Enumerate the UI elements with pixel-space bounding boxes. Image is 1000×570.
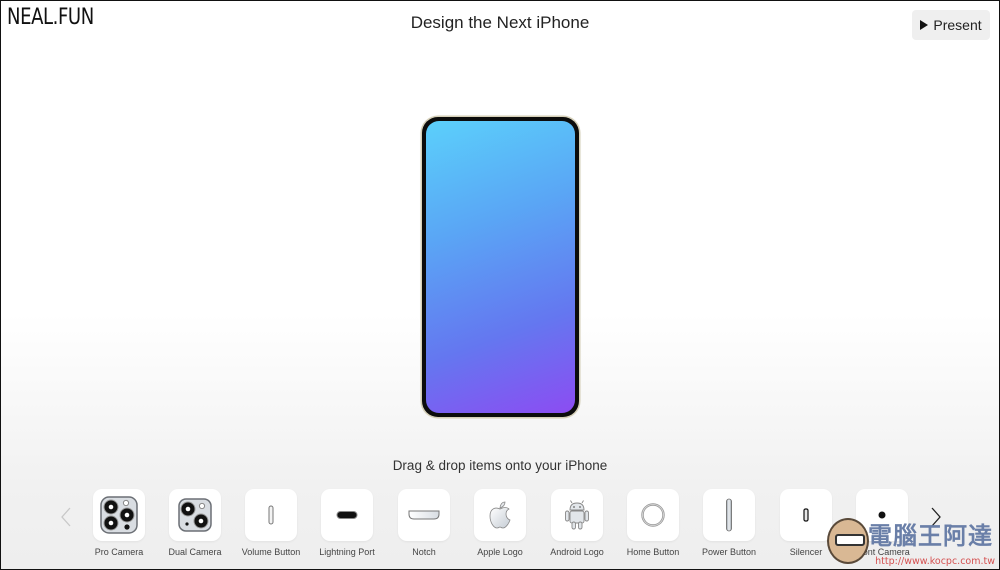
present-label: Present	[933, 17, 982, 33]
apple-logo-icon	[489, 501, 511, 529]
tray-item-label: Home Button	[626, 547, 680, 557]
lightning-port-icon	[336, 511, 358, 519]
volume-button-icon	[268, 505, 274, 525]
tray-item-pro-camera[interactable]: Pro Camera	[89, 489, 149, 557]
instruction-text: Drag & drop items onto your iPhone	[392, 458, 608, 473]
tray-item-label: Lightning Port	[319, 547, 375, 557]
tray-item-label: Apple Logo	[477, 547, 523, 557]
tray-item-label: Pro Camera	[94, 547, 144, 557]
parts-tray: Pro Camera Dual Camera Volume Button Lig…	[1, 489, 999, 569]
tray-item-home-button[interactable]: Home Button	[623, 489, 683, 557]
tray-item-label: Front Camera	[854, 547, 910, 557]
dual-camera-icon	[178, 498, 212, 532]
tray-item-label: Dual Camera	[168, 547, 222, 557]
present-button[interactable]: Present	[912, 10, 990, 40]
front-camera-icon	[878, 511, 886, 519]
home-button-icon	[641, 503, 665, 527]
play-icon	[920, 20, 929, 30]
tray-item-power-button[interactable]: Power Button	[699, 489, 759, 557]
tray-item-notch[interactable]: Notch	[394, 489, 454, 557]
tray-item-label: Power Button	[701, 547, 757, 557]
tray-item-front-camera[interactable]: Front Camera	[852, 489, 912, 557]
power-button-icon	[726, 498, 732, 532]
tray-item-volume-button[interactable]: Volume Button	[241, 489, 301, 557]
notch-icon	[408, 510, 440, 520]
tray-item-label: Android Logo	[550, 547, 604, 557]
tray-item-dual-camera[interactable]: Dual Camera	[165, 489, 225, 557]
iphone-screen	[426, 121, 575, 413]
tray-item-lightning-port[interactable]: Lightning Port	[317, 489, 377, 557]
iphone-canvas[interactable]	[422, 117, 579, 417]
tray-item-label: Silencer	[789, 547, 823, 557]
tray-item-silencer[interactable]: Silencer	[776, 489, 836, 557]
tray-item-label: Volume Button	[241, 547, 301, 557]
tray-item-android-logo[interactable]: Android Logo	[547, 489, 607, 557]
android-logo-icon	[565, 500, 589, 530]
tray-item-apple-logo[interactable]: Apple Logo	[470, 489, 530, 557]
silencer-icon	[803, 508, 809, 522]
page-title: Design the Next iPhone	[410, 13, 590, 32]
pro-camera-icon	[100, 496, 138, 534]
tray-item-label: Notch	[412, 547, 436, 557]
